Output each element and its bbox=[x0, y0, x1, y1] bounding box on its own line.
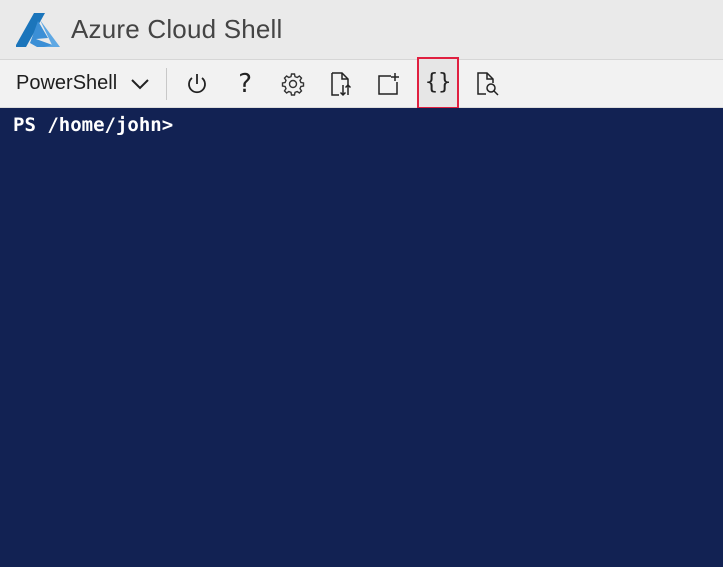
title-bar: Azure Cloud Shell bbox=[0, 0, 723, 60]
editor-button[interactable]: {} bbox=[417, 56, 460, 109]
shell-type-dropdown[interactable]: PowerShell bbox=[10, 64, 157, 104]
new-session-icon bbox=[378, 72, 400, 95]
braces-icon: {} bbox=[424, 70, 452, 95]
cloud-shell-window: Azure Cloud Shell PowerShell ? {} PS /ho… bbox=[0, 0, 723, 567]
toolbar-divider bbox=[166, 67, 168, 100]
restart-button[interactable] bbox=[177, 60, 217, 108]
settings-button[interactable] bbox=[273, 60, 313, 108]
toolbar: PowerShell ? {} bbox=[0, 56, 723, 109]
azure-logo bbox=[16, 12, 60, 47]
window-title: Azure Cloud Shell bbox=[71, 14, 283, 44]
terminal-pane[interactable]: PS /home/john> bbox=[0, 108, 723, 567]
help-button[interactable]: ? bbox=[225, 60, 265, 108]
upload-download-button[interactable] bbox=[321, 60, 361, 108]
chevron-down-icon bbox=[131, 78, 149, 89]
terminal-prompt: PS /home/john> bbox=[13, 114, 174, 136]
power-icon bbox=[188, 73, 207, 93]
gear-icon bbox=[281, 72, 305, 96]
web-preview-button[interactable] bbox=[467, 60, 507, 108]
shell-type-label: PowerShell bbox=[16, 72, 118, 94]
file-search-icon bbox=[477, 71, 499, 96]
new-session-button[interactable] bbox=[369, 60, 409, 108]
question-mark-icon: ? bbox=[238, 68, 253, 99]
file-transfer-icon bbox=[331, 71, 352, 96]
